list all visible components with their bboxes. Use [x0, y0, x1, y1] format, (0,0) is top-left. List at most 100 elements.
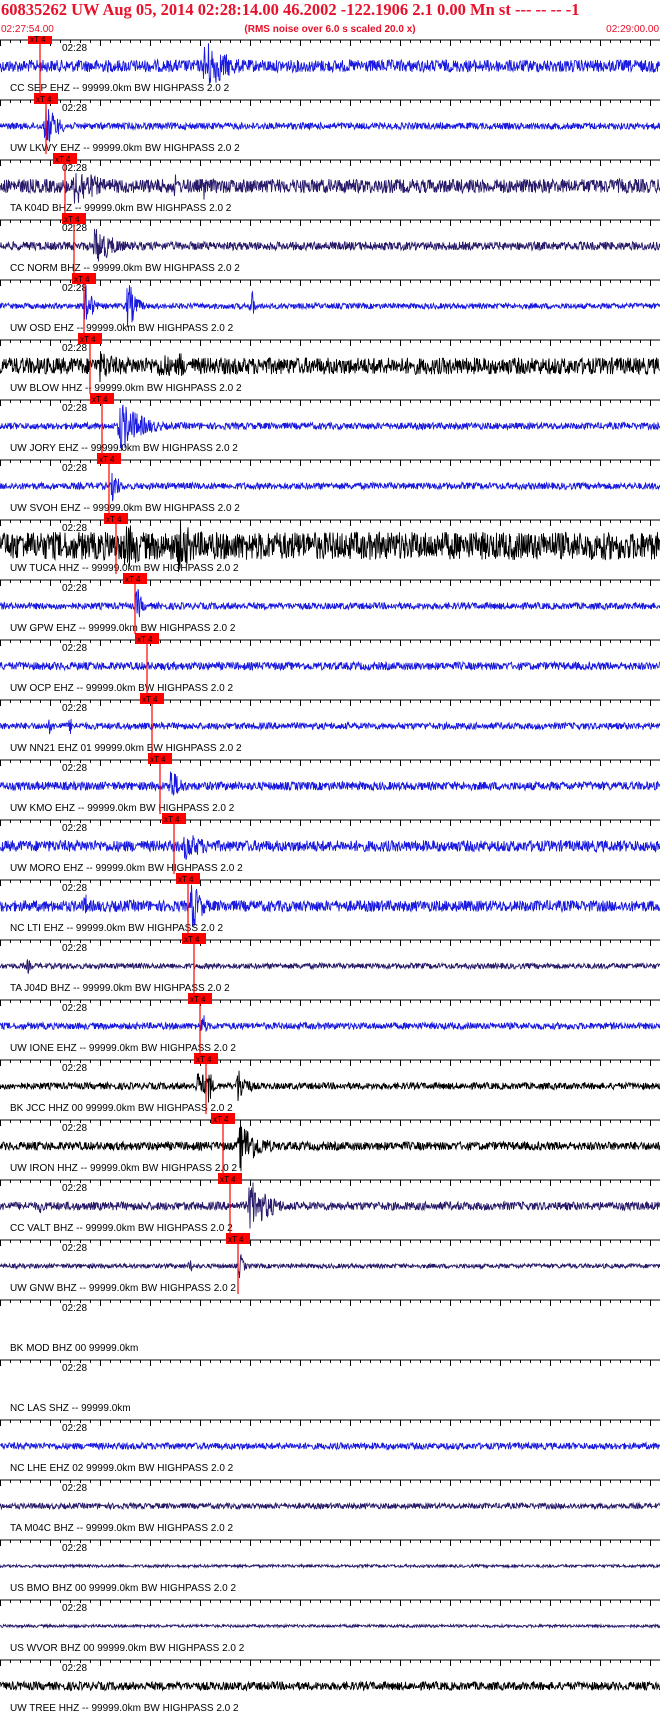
station-label: NC LTI EHZ -- 99999.0km BW HIGHPASS 2.0 … [10, 923, 223, 934]
seismogram-trace [0, 1501, 660, 1511]
end-time-label: 02:29:00.00 [606, 24, 659, 35]
station-label: CC VALT BHZ -- 99999.0km BW HIGHPASS 2.0… [10, 1223, 233, 1234]
station-label: UW GNW BHZ -- 99999.0km BW HIGHPASS 2.0 … [10, 1283, 236, 1294]
tick-label: 02:28 [62, 223, 87, 234]
pick-label: xT 4 [137, 635, 153, 644]
station-label: NC LAS SHZ -- 99999.0km [10, 1403, 131, 1414]
pick-label: xT 4 [30, 36, 46, 44]
station-label: US BMO BHZ 00 99999.0km BW HIGHPASS 2.0 … [10, 1583, 236, 1594]
station-label: TA M04C BHZ -- 99999.0km BW HIGHPASS 2.0… [10, 1523, 233, 1534]
station-label: CC SEP EHZ -- 99999.0km BW HIGHPASS 2.0 … [10, 83, 230, 94]
tick-label: 02:28 [62, 763, 87, 774]
pick-label: xT 4 [142, 695, 158, 704]
pick-label: xT 4 [74, 275, 90, 284]
station-label: UW SVOH EHZ -- 99999.0km BW HIGHPASS 2.0… [10, 503, 240, 514]
pick-label: xT 4 [106, 515, 122, 524]
pick-label: xT 4 [92, 395, 108, 404]
pick-label: xT 4 [213, 1115, 229, 1124]
station-label: TA K04D BHZ -- 99999.0km BW HIGHPASS 2.0… [10, 203, 232, 214]
seismogram-trace [0, 660, 660, 672]
seismogram-trace [0, 173, 660, 204]
tick-label: 02:28 [62, 1363, 87, 1374]
tick-label: 02:28 [62, 1543, 87, 1554]
seismogram-trace [0, 1254, 660, 1279]
seismogram-trace [0, 771, 660, 797]
pick-label: xT 4 [99, 455, 115, 464]
tick-label: 02:28 [62, 1663, 87, 1674]
pick-label: xT 4 [80, 335, 96, 344]
station-label: UW OCP EHZ -- 99999.0km BW HIGHPASS 2.0 … [10, 683, 233, 694]
station-label: UW TREE HHZ -- 99999.0km BW HIGHPASS 2.0… [10, 1703, 239, 1714]
pick-label: xT 4 [36, 95, 52, 104]
station-label: UW TUCA HHZ -- 99999.0km BW HIGHPASS 2.0… [10, 563, 239, 574]
station-label: UW NN21 EHZ 01 99999.0km BW HIGHPASS 2.0… [10, 743, 242, 754]
pick-label: xT 4 [220, 1175, 236, 1184]
pick-label: xT 4 [125, 575, 141, 584]
station-label: UW LKWY EHZ -- 99999.0km BW HIGHPASS 2.0… [10, 143, 240, 154]
station-label: UW JORY EHZ -- 99999.0km BW HIGHPASS 2.0… [10, 443, 238, 454]
rms-note: (RMS noise over 6.0 s scaled 20.0 x) [244, 24, 416, 35]
seismogram-trace [0, 228, 660, 262]
seismogram-plot: 02:28 CC SEP EHZ -- 99999.0km BW HIGHPASS… [0, 36, 660, 1714]
station-label: NC LHE EHZ 02 99999.0km BW HIGHPASS 2.0 … [10, 1463, 234, 1474]
seismogram-trace [0, 1015, 660, 1032]
tick-label: 02:28 [62, 463, 87, 474]
seismogram-trace [0, 1440, 660, 1451]
station-label: CC NORM BHZ -- 99999.0km BW HIGHPASS 2.0… [10, 263, 240, 274]
seismogram-trace [0, 284, 660, 328]
tick-label: 02:28 [62, 1303, 87, 1314]
seismogram-trace [0, 589, 660, 618]
station-label: US WVOR BHZ 00 99999.0km BW HIGHPASS 2.0… [10, 1643, 245, 1654]
seismogram-trace [0, 1562, 660, 1570]
tick-label: 02:28 [62, 583, 87, 594]
seismogram-trace [0, 718, 660, 735]
seismogram-trace [0, 43, 660, 84]
pick-label: xT 4 [150, 755, 166, 764]
tick-label: 02:28 [62, 703, 87, 714]
tick-label: 02:28 [62, 103, 87, 114]
tick-label: 02:28 [62, 1603, 87, 1614]
seismogram-trace [0, 1622, 660, 1630]
pick-label: xT 4 [228, 1235, 244, 1244]
tick-label: 02:28 [62, 643, 87, 654]
seismogram-trace [0, 1680, 660, 1692]
tick-label: 02:28 [62, 943, 87, 954]
station-label: UW OSD EHZ -- 99999.0km BW HIGHPASS 2.0 … [10, 323, 234, 334]
pick-label: xT 4 [190, 995, 206, 1004]
tick-label: 02:28 [62, 1423, 87, 1434]
station-label: UW KMO EHZ -- 99999.0km BW HIGHPASS 2.0 … [10, 803, 235, 814]
pick-label: xT 4 [196, 1055, 212, 1064]
tick-label: 02:28 [62, 1003, 87, 1014]
station-label: TA J04D BHZ -- 99999.0km BW HIGHPASS 2.0… [10, 983, 230, 994]
tick-label: 02:28 [62, 523, 87, 534]
tick-label: 02:28 [62, 1183, 87, 1194]
tick-label: 02:28 [62, 883, 87, 894]
tick-label: 02:28 [62, 163, 87, 174]
station-label: UW IONE EHZ -- 99999.0km BW HIGHPASS 2.0… [10, 1043, 236, 1054]
station-label: UW MORO EHZ -- 99999.0km BW HIGHPASS 2.0… [10, 863, 243, 874]
seismogram-trace [0, 835, 660, 860]
tick-label: 02:28 [62, 403, 87, 414]
station-label: BK MOD BHZ 00 99999.0km [10, 1343, 138, 1354]
tick-label: 02:28 [62, 1483, 87, 1494]
pick-label: xT 4 [184, 935, 200, 944]
pick-label: xT 4 [64, 215, 80, 224]
station-label: BK JCC HHZ 00 99999.0km BW HIGHPASS 2.0 … [10, 1103, 233, 1114]
seismogram-trace [0, 351, 660, 383]
seismogram-trace [0, 1070, 660, 1103]
station-label: UW BLOW HHZ -- 99999.0km BW HIGHPASS 2.0… [10, 383, 242, 394]
station-label: UW IRON HHZ -- 99999.0km BW HIGHPASS 2.0… [10, 1163, 238, 1174]
pick-label: xT 4 [164, 815, 180, 824]
pick-label: xT 4 [55, 155, 71, 164]
tick-label: 02:28 [62, 43, 87, 54]
pick-label: xT 4 [178, 875, 194, 884]
seismogram-trace [0, 472, 660, 502]
seismogram-trace [0, 103, 660, 142]
station-label: UW GPW EHZ -- 99999.0km BW HIGHPASS 2.0 … [10, 623, 236, 634]
seismogram-trace [0, 884, 660, 927]
tick-label: 02:28 [62, 1123, 87, 1134]
tick-label: 02:28 [62, 343, 87, 354]
seismogram-trace [0, 959, 660, 974]
tick-label: 02:28 [62, 1063, 87, 1074]
plot-header: 60835262 UW Aug 05, 2014 02:28:14.00 46.… [0, 0, 660, 36]
